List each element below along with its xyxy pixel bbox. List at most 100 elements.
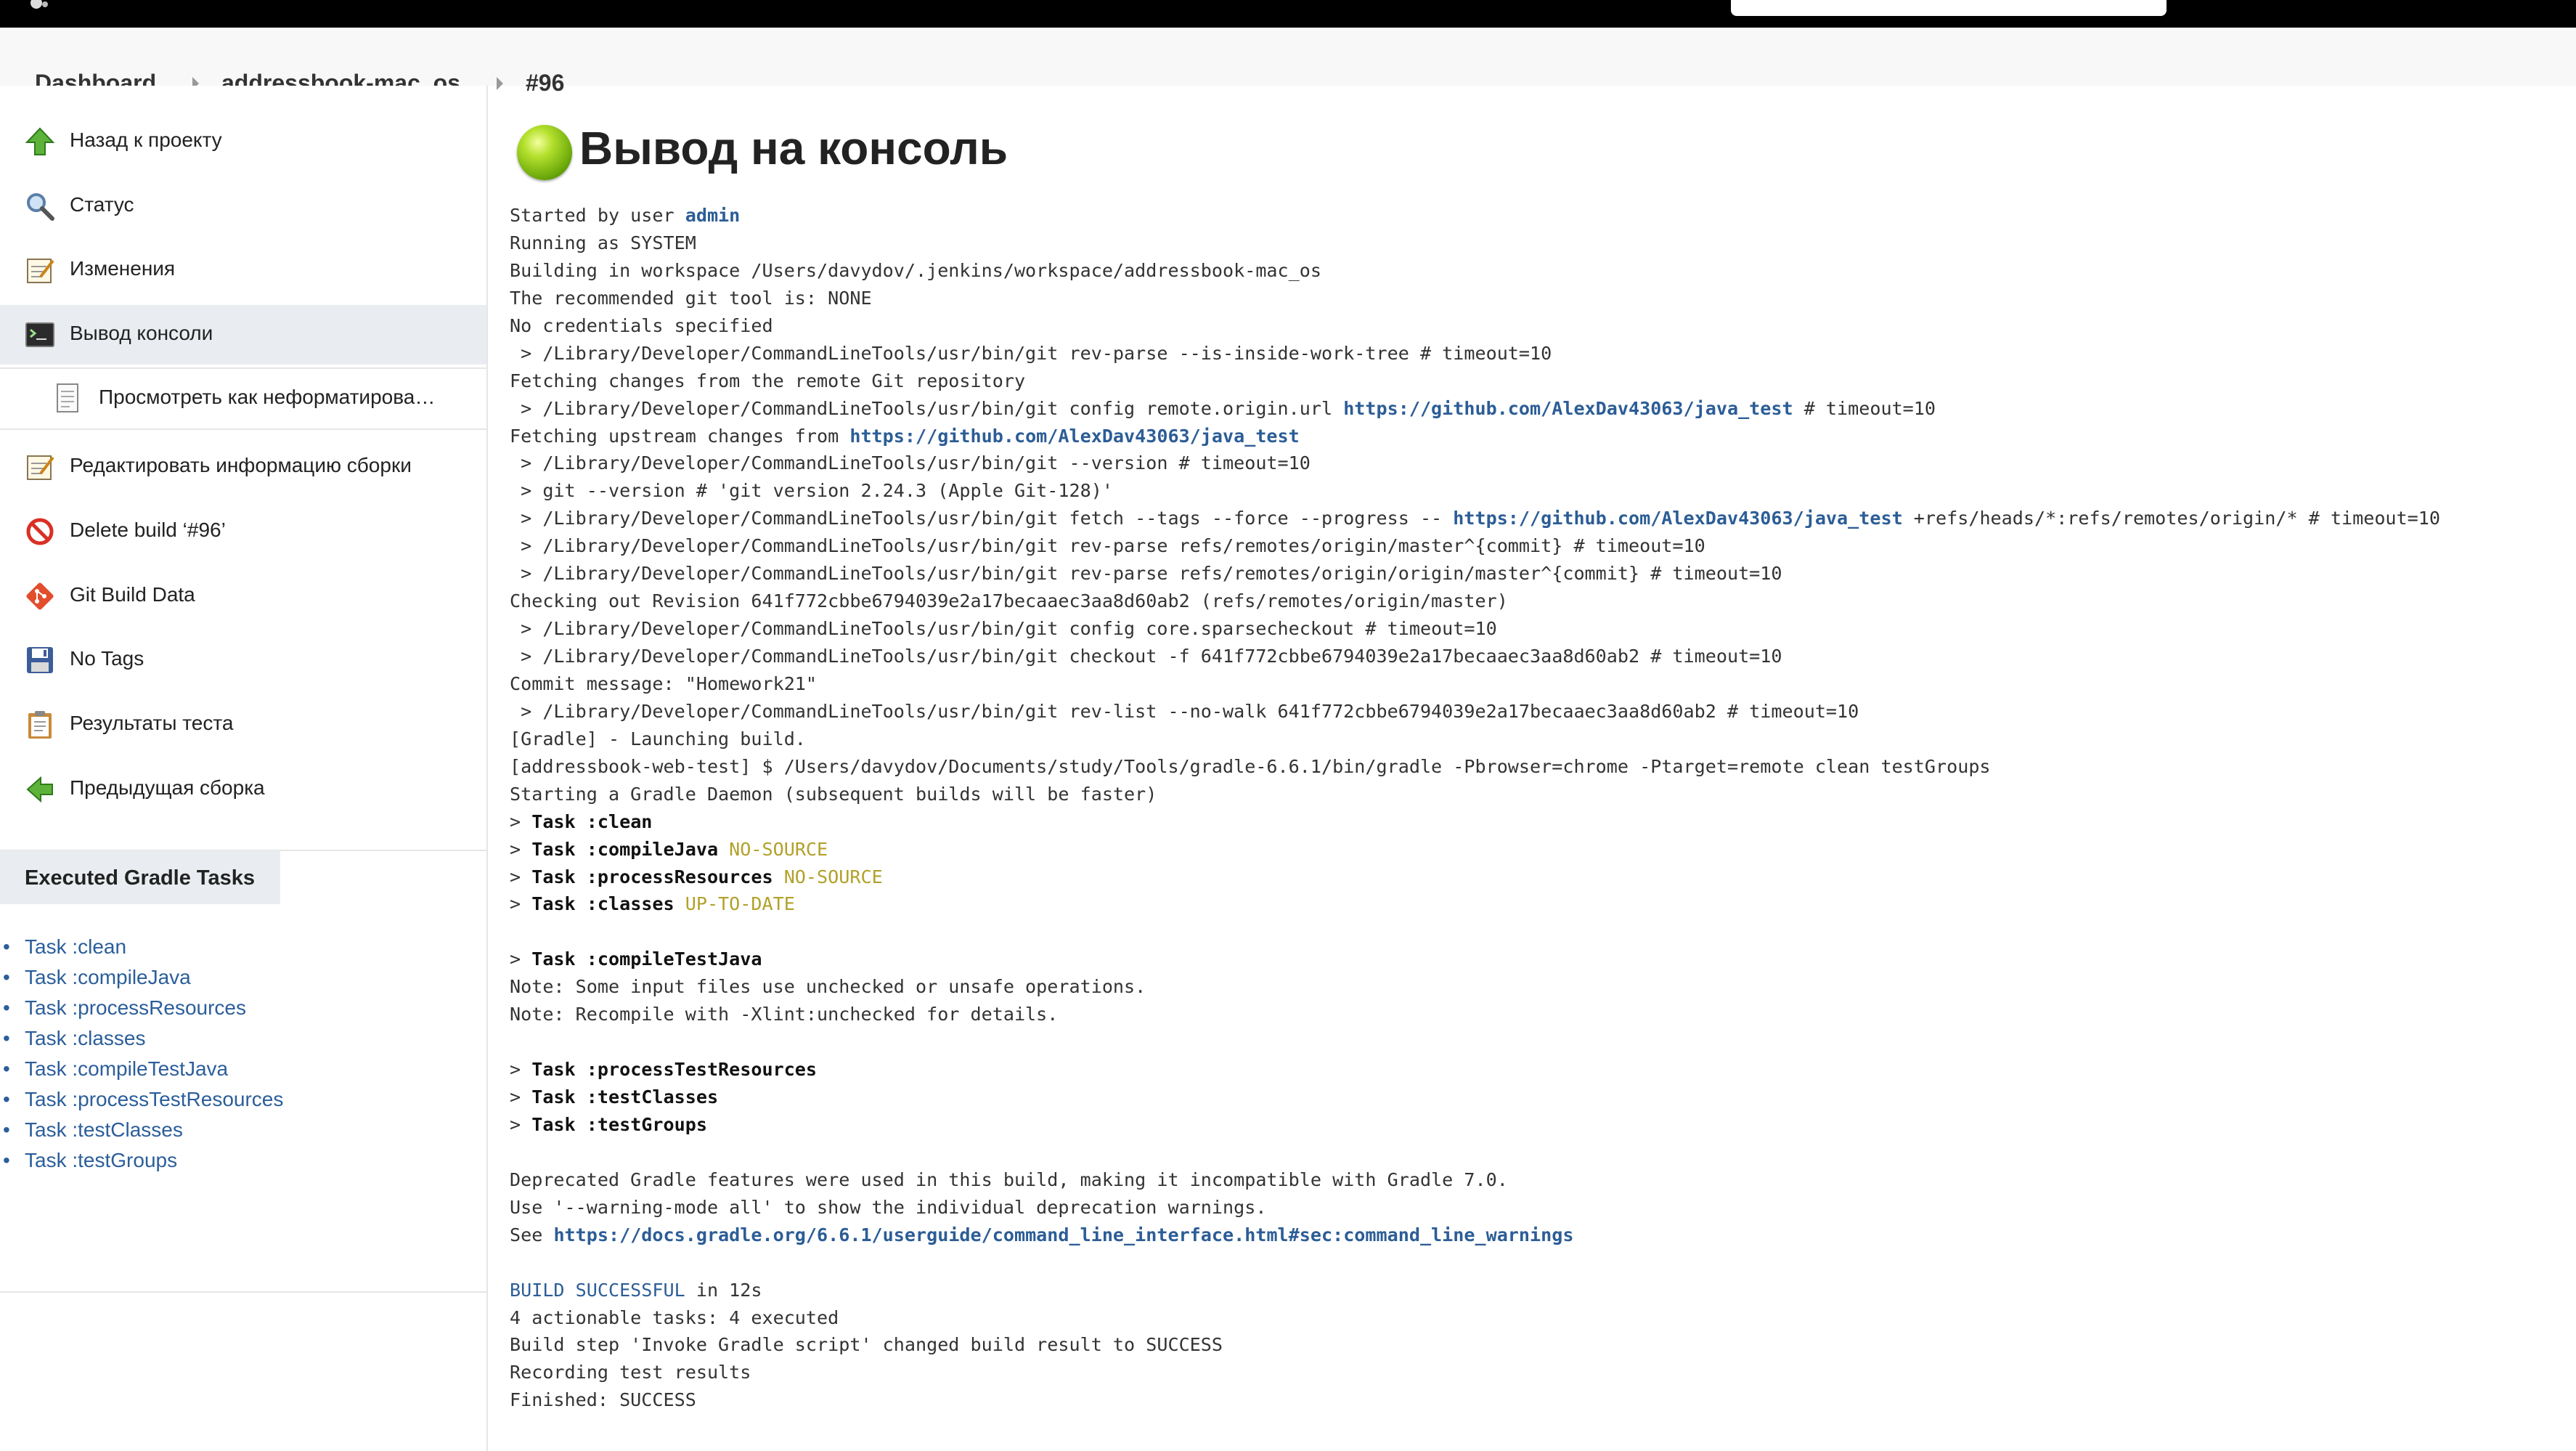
console-text: >: [510, 948, 532, 970]
console-text: in 12s: [685, 1279, 762, 1301]
console-line: > Task :processResources NO-SOURCE: [510, 863, 2440, 891]
gradle-task-link[interactable]: Task :classes: [3, 1027, 145, 1050]
search-input[interactable]: [1731, 0, 2167, 16]
gradle-task-link[interactable]: Task :processTestResources: [3, 1088, 283, 1111]
console-task-name: Task :testClasses: [531, 1086, 719, 1107]
sidebar-item-console-output[interactable]: Вывод консоли: [0, 305, 486, 365]
sidebar-item-git-build-data[interactable]: Git Build Data: [0, 566, 486, 626]
console-task-status: NO-SOURCE: [718, 838, 828, 860]
console-line: Started by user admin: [510, 202, 2440, 229]
console-line: [Gradle] - Launching build.: [510, 726, 2440, 753]
gradle-task-link[interactable]: Task :compileJava: [3, 966, 191, 989]
console-line: > Task :compileJava NO-SOURCE: [510, 836, 2440, 863]
gradle-task-link[interactable]: Task :compileTestJava: [3, 1057, 228, 1081]
console-line: Deprecated Gradle features were used in …: [510, 1166, 2440, 1194]
sidebar-item-label: Предыдущая сборка: [70, 776, 265, 799]
gradle-task-link[interactable]: Task :clean: [3, 935, 126, 959]
magnifier-icon: [27, 193, 54, 221]
console-line: > /Library/Developer/CommandLineTools/us…: [510, 615, 2440, 643]
console-line: Finished: SUCCESS: [510, 1386, 2440, 1414]
console-link[interactable]: https://github.com/AlexDav43063/java_tes…: [1343, 398, 1793, 419]
console-link[interactable]: https://docs.gradle.org/6.6.1/userguide/…: [553, 1224, 1573, 1245]
console-line: > Task :clean: [510, 808, 2440, 836]
console-text: Commit message: "Homework21": [510, 672, 818, 694]
console-line: > /Library/Developer/CommandLineTools/us…: [510, 698, 2440, 726]
console-task-name: Task :testGroups: [531, 1113, 707, 1135]
divider: [0, 1291, 486, 1293]
clipboard-icon: [28, 711, 52, 739]
console-output: Started by user admin Running as SYSTEM Bu…: [510, 202, 2440, 1414]
arrow-left-icon: [26, 776, 53, 803]
console-link[interactable]: admin: [685, 205, 741, 226]
sidebar-item-label: Git Build Data: [70, 583, 195, 606]
console-text: 4 actionable tasks: 4 executed: [510, 1306, 839, 1328]
console-task-status: NO-SOURCE: [773, 866, 883, 887]
console-line: Fetching changes from the remote Git rep…: [510, 367, 2440, 395]
console-text: No credentials specified: [510, 314, 773, 336]
breadcrumb-separator-icon[interactable]: [497, 77, 503, 90]
no-entry-icon: [26, 518, 54, 545]
console-text: [Gradle] - Launching build.: [510, 728, 806, 749]
console-line: 4 actionable tasks: 4 executed: [510, 1304, 2440, 1332]
console-line: No credentials specified: [510, 312, 2440, 340]
console-text: >: [510, 1059, 532, 1081]
console-line: BUILD SUCCESSFUL in 12s: [510, 1277, 2440, 1304]
console-line: > Task :compileTestJava: [510, 946, 2440, 973]
gradle-task-link[interactable]: Task :testClasses: [3, 1118, 183, 1142]
console-line: [addressbook-web-test] $ /Users/davydov/…: [510, 753, 2440, 781]
console-line: > Task :testClasses: [510, 1084, 2440, 1111]
console-text: [addressbook-web-test] $ /Users/davydov/…: [510, 755, 1991, 777]
jenkins-logo-icon[interactable]: [23, 0, 55, 15]
console-text: Finished: SUCCESS: [510, 1389, 696, 1411]
console-task-name: Task :processTestResources: [531, 1059, 818, 1081]
notepad-icon: [27, 455, 54, 480]
console-line: > /Library/Developer/CommandLineTools/us…: [510, 560, 2440, 588]
sidebar-item-changes[interactable]: Изменения: [0, 240, 486, 300]
sidebar-item-no-tags[interactable]: No Tags: [0, 630, 486, 690]
sidebar-item-status[interactable]: Статус: [0, 176, 486, 236]
console-link[interactable]: https://github.com/AlexDav43063/java_tes…: [1453, 508, 1902, 529]
git-icon: [26, 582, 54, 610]
sidebar-item-label: Результаты теста: [70, 712, 234, 734]
console-task-status: UP-TO-DATE: [674, 893, 795, 915]
console-line: > Task :classes UP-TO-DATE: [510, 890, 2440, 918]
console-line: Recording test results: [510, 1359, 2440, 1386]
console-text: Recording test results: [510, 1362, 751, 1383]
gradle-task-link[interactable]: Task :testGroups: [3, 1149, 177, 1172]
save-icon: [27, 647, 53, 673]
console-text: Build step 'Invoke Gradle script' change…: [510, 1334, 1223, 1356]
sidebar-item-back-to-project[interactable]: Назад к проекту: [0, 112, 486, 171]
console-text: Use '--warning-mode all' to show the ind…: [510, 1196, 1267, 1218]
sidebar-item-view-plain-text[interactable]: Просмотреть как неформатирова…: [0, 367, 486, 430]
console-link[interactable]: https://github.com/AlexDav43063/java_tes…: [849, 426, 1299, 447]
gradle-task-link[interactable]: Task :processResources: [3, 996, 246, 1020]
console-line: > /Library/Developer/CommandLineTools/us…: [510, 450, 2440, 477]
console-task-name: Task :classes: [531, 893, 674, 915]
sidebar-item-test-results[interactable]: Результаты теста: [0, 695, 486, 755]
console-line: Build step 'Invoke Gradle script' change…: [510, 1331, 2440, 1359]
sidebar-item-label: Изменения: [70, 257, 176, 280]
console-text: > /Library/Developer/CommandLineTools/us…: [510, 508, 1454, 529]
console-text: Deprecated Gradle features were used in …: [510, 1168, 1508, 1190]
console-line: Commit message: "Homework21": [510, 670, 2440, 698]
notepad-icon: [27, 259, 54, 283]
sidebar-item-edit-build-info[interactable]: Редактировать информацию сборки: [0, 437, 486, 497]
console-text: >: [510, 893, 532, 915]
console-line: > /Library/Developer/CommandLineTools/us…: [510, 395, 2440, 423]
console-line: Checking out Revision 641f772cbbe6794039…: [510, 588, 2440, 615]
sidebar-item-delete-build[interactable]: Delete build ‘#96’: [0, 502, 486, 561]
sidebar: Назад к проекту Статус Изменения Вывод к…: [0, 86, 488, 1451]
breadcrumb: Dashboard addressbook-mac_os #96: [0, 28, 2576, 96]
terminal-icon: [25, 322, 54, 347]
top-bar: [0, 0, 2576, 28]
sidebar-item-previous-build[interactable]: Предыдущая сборка: [0, 760, 486, 819]
console-text: Checking out Revision 641f772cbbe6794039…: [510, 590, 1508, 612]
console-text: # timeout=10: [1793, 397, 1936, 419]
console-line: Note: Recompile with -Xlint:unchecked fo…: [510, 1001, 2440, 1028]
console-line: > /Library/Developer/CommandLineTools/us…: [510, 532, 2440, 560]
breadcrumb-build[interactable]: #96: [526, 70, 564, 97]
gradle-tasks-heading-label: Executed Gradle Tasks: [25, 866, 256, 890]
console-line: > /Library/Developer/CommandLineTools/us…: [510, 340, 2440, 367]
console-text: See: [510, 1224, 554, 1245]
